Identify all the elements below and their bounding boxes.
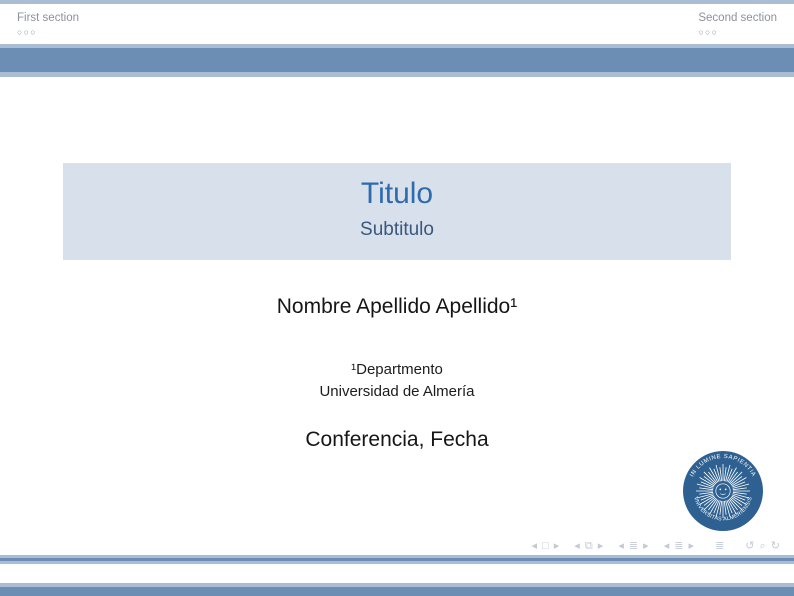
nav-subsection-icons[interactable]: ◂ ≣ ▸ (618, 538, 649, 554)
nav-section-icons[interactable]: ◂ ≣ ▸ (664, 538, 695, 554)
header-top-strip (0, 0, 794, 4)
section-label[interactable]: First section (17, 11, 79, 25)
miniframe-dots-icon[interactable]: ○○○ (698, 27, 777, 38)
page-title: Titulo (361, 176, 433, 212)
navigation-bar: ◂ □ ▸ ◂ ⧉ ▸ ◂ ≣ ▸ ◂ ≣ ▸ ≣ ↺ ⌕ ↻ (531, 538, 781, 554)
university-seal-logo: IN LUMINE SAPIENTIA VNIVERSITAS ALMERIEN… (683, 451, 763, 531)
page-subtitle: Subtitulo (360, 217, 434, 243)
footer-bottom-bar (0, 587, 794, 596)
section-label[interactable]: Second section (698, 11, 777, 25)
sidebar-item-first-section[interactable]: First section ○○○ (17, 11, 79, 38)
institute-block: ¹Departmento Universidad de Almería (0, 359, 794, 403)
title-block: Titulo Subtitulo (63, 163, 731, 260)
institute-department: ¹Departmento (0, 359, 794, 381)
nav-back-search-forward-icons[interactable]: ↺ ⌕ ↻ (745, 538, 781, 554)
nav-slide-icons[interactable]: ◂ □ ▸ (531, 538, 560, 554)
author-name: Nombre Apellido Apellido¹ (0, 295, 794, 319)
header-main-bar (0, 48, 794, 72)
slide-canvas: First section ○○○ Second section ○○○ Tit… (0, 0, 794, 596)
institute-university: Universidad de Almería (0, 381, 794, 403)
footer-band: Titulo corredero Universidad de Almería (0, 564, 794, 583)
nav-frame-icons[interactable]: ◂ ⧉ ▸ (574, 538, 604, 554)
header-bottom-strip (0, 72, 794, 77)
nav-appendix-icon[interactable]: ≣ (715, 538, 725, 554)
conference-date: Conferencia, Fecha (0, 428, 794, 452)
sidebar-item-second-section[interactable]: Second section ○○○ (698, 11, 777, 38)
miniframe-dots-icon[interactable]: ○○○ (17, 27, 79, 38)
